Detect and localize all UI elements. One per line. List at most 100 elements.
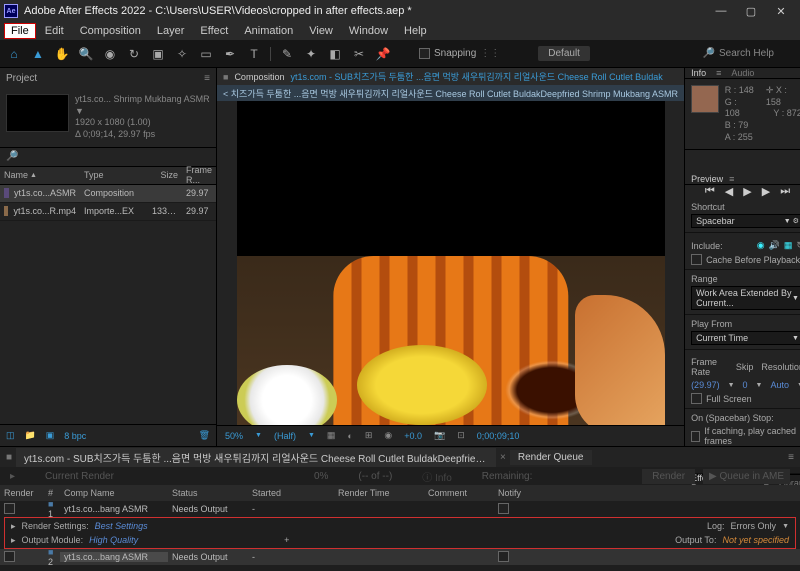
col-status[interactable]: Status [168, 488, 248, 498]
render-checkbox[interactable] [4, 503, 15, 514]
snapping-checkbox[interactable] [419, 48, 430, 59]
panel-menu-icon[interactable]: ≡ [716, 68, 721, 78]
menu-animation[interactable]: Animation [237, 23, 300, 39]
render-queue-item[interactable]: ■ 1 yt1s.co...bang ASMR Needs Output - [0, 501, 800, 517]
project-search-input[interactable] [18, 149, 210, 164]
col-compname[interactable]: Comp Name [60, 488, 168, 498]
menu-window[interactable]: Window [342, 23, 395, 39]
skip-dropdown[interactable]: 0 [743, 380, 748, 390]
col-size-header[interactable]: Size [148, 170, 182, 180]
shortcut-dropdown[interactable]: Spacebar▼ ⚙ [691, 214, 800, 228]
render-checkbox[interactable] [4, 551, 15, 562]
brush-tool-icon[interactable]: ✎ [279, 46, 295, 62]
menu-layer[interactable]: Layer [150, 23, 192, 39]
project-item-row[interactable]: yt1s.co...R.mp4 Importe...EX 133 MB 29.9… [0, 203, 216, 221]
selection-tool-icon[interactable]: ▲ [30, 46, 46, 62]
exposure-value[interactable]: +0.0 [404, 431, 422, 441]
resolution-dropdown[interactable]: Auto [770, 380, 789, 390]
col-comment[interactable]: Comment [424, 488, 494, 498]
render-queue-tab[interactable]: Render Queue [510, 450, 592, 465]
snapshot-icon[interactable]: 📷 [434, 430, 445, 441]
menu-view[interactable]: View [302, 23, 340, 39]
col-num[interactable]: # [44, 488, 60, 498]
playfrom-dropdown[interactable]: Current Time▼ [691, 331, 800, 345]
panel-menu-icon[interactable]: ≡ [788, 452, 794, 463]
trash-icon[interactable]: 🗑 [199, 430, 210, 441]
prev-frame-icon[interactable]: ◀ [725, 185, 733, 198]
panel-menu-icon[interactable]: ≡ [204, 73, 210, 84]
composition-thumbnail[interactable] [6, 94, 69, 132]
col-type-header[interactable]: Type [80, 170, 148, 180]
composition-viewport[interactable] [217, 101, 684, 425]
pen-tool-icon[interactable]: ✒ [222, 46, 238, 62]
maximize-button[interactable]: ▢ [736, 2, 766, 20]
timeline-comp-tab[interactable]: yt1s.com - SUB치즈가득 두툼한 ...음면 먹방 새우튀김까지 리… [16, 448, 496, 467]
new-comp-icon[interactable]: ▣ [46, 430, 55, 441]
workspace-default-button[interactable]: Default [538, 46, 590, 61]
menu-effect[interactable]: Effect [193, 23, 235, 39]
col-framerate-header[interactable]: Frame R... [182, 165, 216, 185]
menu-help[interactable]: Help [397, 23, 434, 39]
notify-checkbox[interactable] [498, 551, 509, 562]
play-icon[interactable]: ▶ [743, 185, 751, 198]
eraser-tool-icon[interactable]: ◧ [327, 46, 343, 62]
orbit-tool-icon[interactable]: ◉ [102, 46, 118, 62]
col-started[interactable]: Started [248, 488, 334, 498]
shape-tool-icon[interactable]: ▭ [198, 46, 214, 62]
channel-icon[interactable]: ◉ [384, 430, 392, 441]
text-tool-icon[interactable]: T [246, 46, 262, 62]
guides-icon[interactable]: ⊞ [365, 430, 373, 441]
grid-icon[interactable]: ▦ [327, 430, 336, 441]
anchor-tool-icon[interactable]: ✧ [174, 46, 190, 62]
preview-panel-title[interactable]: Preview [691, 174, 723, 184]
search-help-input[interactable]: Search Help [719, 48, 774, 59]
col-name-header[interactable]: Name▲ [0, 170, 80, 180]
clone-tool-icon[interactable]: ✦ [303, 46, 319, 62]
hand-tool-icon[interactable]: ✋ [54, 46, 70, 62]
bpc-button[interactable]: 8 bpc [64, 431, 86, 441]
add-output-icon[interactable]: + [284, 535, 289, 545]
audio-tab[interactable]: Audio [731, 68, 754, 78]
render-settings-link[interactable]: Best Settings [95, 521, 148, 531]
roto-tool-icon[interactable]: ✂ [351, 46, 367, 62]
cached-checkbox[interactable] [691, 431, 700, 442]
snap-options-icon[interactable]: ⋮⋮ [480, 48, 500, 59]
loop-icon[interactable]: ↻ [796, 240, 800, 251]
menu-composition[interactable]: Composition [73, 23, 148, 39]
home-icon[interactable]: ⌂ [6, 46, 22, 62]
zoom-dropdown[interactable]: 50% [225, 431, 243, 441]
output-module-link[interactable]: High Quality [89, 535, 138, 545]
col-render[interactable]: Render [0, 488, 44, 498]
region-icon[interactable]: ⊡ [457, 430, 465, 441]
cache-checkbox[interactable] [691, 254, 702, 265]
zoom-tool-icon[interactable]: 🔍 [78, 46, 94, 62]
overlay-include-icon[interactable]: ▦ [784, 240, 793, 251]
next-frame-icon[interactable]: ▶ [762, 185, 770, 198]
minimize-button[interactable]: — [706, 2, 736, 20]
first-frame-icon[interactable]: ⏮ [705, 185, 715, 198]
render-button[interactable]: Render [642, 469, 695, 484]
menu-file[interactable]: File [4, 23, 36, 39]
range-dropdown[interactable]: Work Area Extended By Current...▼ [691, 286, 800, 310]
chevron-down-icon[interactable]: ▼ [255, 432, 262, 439]
puppet-tool-icon[interactable]: 📌 [375, 46, 391, 62]
project-item-row[interactable]: yt1s.co...ASMR Composition 29.97 [0, 185, 216, 203]
col-notify[interactable]: Notify [494, 488, 534, 498]
current-time[interactable]: 0;00;09;10 [477, 431, 520, 441]
project-panel-title[interactable]: Project [6, 73, 37, 84]
log-dropdown[interactable]: Errors Only [731, 521, 777, 531]
rotate-tool-icon[interactable]: ↻ [126, 46, 142, 62]
output-to-link[interactable]: Not yet specified [722, 535, 789, 545]
new-folder-icon[interactable]: 📁 [25, 430, 36, 441]
composition-tab[interactable]: yt1s.com - SUB치즈가득 두툼한 ...음면 먹방 새우튀김까지 리… [290, 70, 662, 83]
last-frame-icon[interactable]: ⏭ [780, 185, 790, 198]
queue-in-ame-button[interactable]: ▶ Queue in AME [703, 469, 790, 484]
menu-edit[interactable]: Edit [38, 23, 71, 39]
resolution-dropdown[interactable]: (Half) [274, 431, 296, 441]
framerate-dropdown[interactable]: (29.97) [691, 380, 720, 390]
panel-menu-icon[interactable]: ≡ [729, 174, 734, 184]
camera-tool-icon[interactable]: ▣ [150, 46, 166, 62]
interpret-footage-icon[interactable]: ◫ [6, 430, 15, 441]
audio-include-icon[interactable]: 🔊 [769, 240, 780, 251]
notify-checkbox[interactable] [498, 503, 509, 514]
